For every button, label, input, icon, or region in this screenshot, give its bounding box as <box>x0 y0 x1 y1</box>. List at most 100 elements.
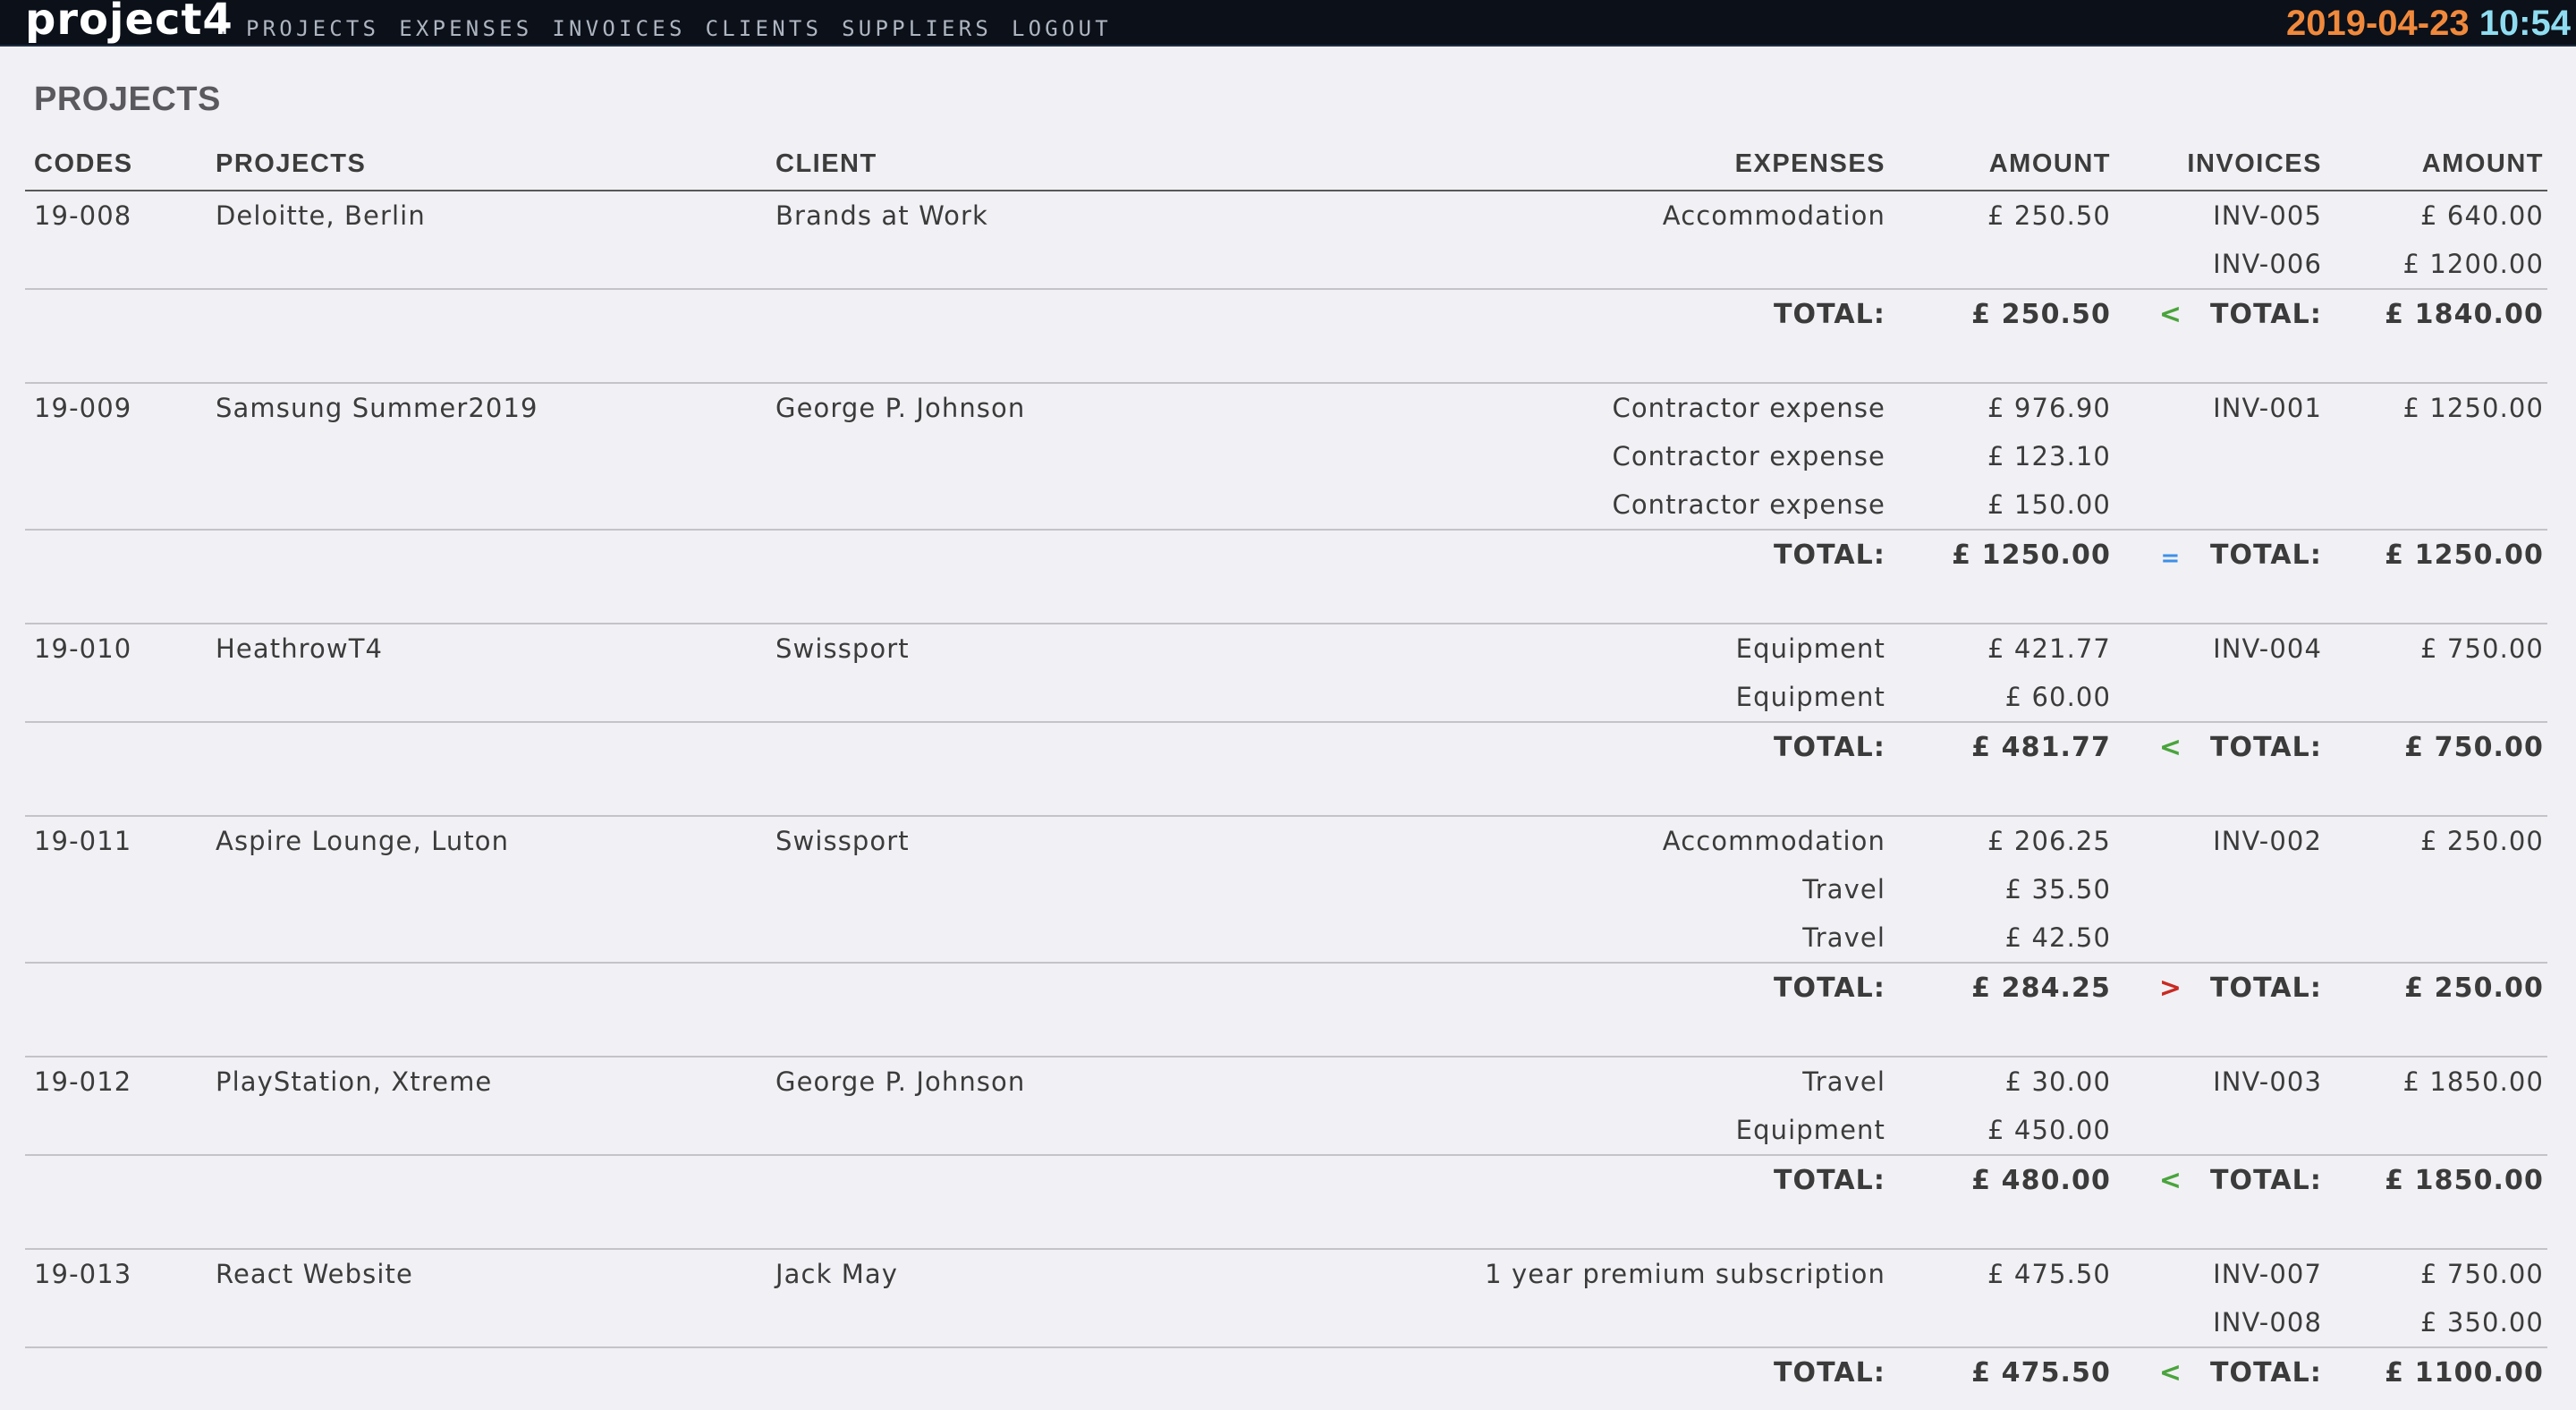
nav-clients[interactable]: CLIENTS <box>706 16 823 41</box>
expense-amount: £ 250.50 <box>1987 200 2111 231</box>
table-row: 19-009 Samsung Summer2019 George P. Johnso… <box>25 384 2547 432</box>
nav-separator: . <box>220 17 226 39</box>
expense-amount: £ 150.00 <box>1987 489 2111 520</box>
expense-description[interactable]: Travel <box>1802 913 1885 962</box>
table-row: 19-008 Deloitte, Berlin Brands at Work Acco… <box>25 191 2547 240</box>
comparison-indicator: = <box>2140 531 2202 582</box>
expense-total-label: TOTAL: <box>1773 973 1885 1004</box>
project-group: 19-009 Samsung Summer2019 George P. Johnso… <box>25 384 2547 624</box>
expense-description[interactable]: Accommodation <box>1663 191 1885 240</box>
total-row: TOTAL: £ 481.77 < TOTAL: £ 750.00 <box>25 721 2547 771</box>
table-row: Travel £ 42.50 <box>25 913 2547 962</box>
project-name[interactable]: Samsung Summer2019 <box>216 384 538 432</box>
table-row: 19-013 React Website Jack May 1 year premiu… <box>25 1250 2547 1298</box>
invoice-total-label: TOTAL: <box>2209 732 2322 763</box>
nav-invoices[interactable]: INVOICES <box>552 16 685 41</box>
table-row: 19-011 Aspire Lounge, Luton Swissport Accom… <box>25 817 2547 865</box>
nav-logout[interactable]: LOGOUT <box>1012 16 1112 41</box>
invoice-total: £ 1250.00 <box>2385 539 2544 571</box>
client-name[interactable]: Swissport <box>775 624 910 673</box>
comparison-indicator: > <box>2140 964 2202 1014</box>
client-name[interactable]: George P. Johnson <box>775 1058 1025 1106</box>
expense-description[interactable]: Equipment <box>1736 1106 1885 1154</box>
invoice-total-label: TOTAL: <box>2209 973 2322 1004</box>
invoice-id[interactable]: INV-004 <box>2213 624 2322 673</box>
expense-description[interactable]: Travel <box>1802 1058 1885 1106</box>
project-name[interactable]: Aspire Lounge, Luton <box>216 817 509 865</box>
expense-total-label: TOTAL: <box>1773 299 1885 330</box>
total-row: TOTAL: £ 1250.00 = TOTAL: £ 1250.00 <box>25 529 2547 579</box>
project-code[interactable]: 19-011 <box>34 817 131 865</box>
header-codes: CODES <box>34 149 133 178</box>
expense-description[interactable]: Contractor expense <box>1612 432 1885 480</box>
invoice-total-label: TOTAL: <box>2209 1165 2322 1196</box>
header-client: CLIENT <box>775 149 877 178</box>
comparison-indicator: < <box>2140 1156 2202 1206</box>
invoice-id[interactable]: INV-003 <box>2213 1058 2322 1106</box>
invoice-id[interactable]: INV-007 <box>2213 1250 2322 1298</box>
total-row: TOTAL: £ 284.25 > TOTAL: £ 250.00 <box>25 962 2547 1012</box>
row-divider <box>25 1012 2547 1058</box>
client-name[interactable]: Brands at Work <box>775 191 988 240</box>
expense-description[interactable]: Contractor expense <box>1612 384 1885 432</box>
expense-total: £ 480.00 <box>1971 1165 2111 1196</box>
project-name[interactable]: React Website <box>216 1250 413 1298</box>
total-row: TOTAL: £ 250.50 < TOTAL: £ 1840.00 <box>25 288 2547 338</box>
invoice-id[interactable]: INV-008 <box>2213 1298 2322 1346</box>
projects-table: CODES PROJECTS CLIENT EXPENSES AMOUNT IN… <box>25 143 2547 1397</box>
table-row: INV-006 £ 1200.00 <box>25 240 2547 288</box>
project-code[interactable]: 19-010 <box>34 624 131 673</box>
invoice-id[interactable]: INV-002 <box>2213 817 2322 865</box>
nav-projects[interactable]: PROJECTS <box>246 16 379 41</box>
app-logo[interactable]: project4 <box>25 0 233 45</box>
header-projects: PROJECTS <box>216 149 367 178</box>
client-name[interactable]: Swissport <box>775 817 910 865</box>
project-group: 19-012 PlayStation, Xtreme George P. Johns… <box>25 1058 2547 1250</box>
project-name[interactable]: Deloitte, Berlin <box>216 191 426 240</box>
nav-suppliers[interactable]: SUPPLIERS <box>842 16 992 41</box>
table-row: INV-008 £ 350.00 <box>25 1298 2547 1346</box>
less-than-icon: < <box>2158 1357 2183 1389</box>
expense-total-label: TOTAL: <box>1773 732 1885 763</box>
expense-amount: £ 976.90 <box>1987 393 2111 423</box>
project-code[interactable]: 19-008 <box>34 191 131 240</box>
expense-description[interactable]: 1 year premium subscription <box>1485 1250 1885 1298</box>
invoice-amount: £ 640.00 <box>2420 200 2544 231</box>
less-than-icon: < <box>2158 1165 2183 1196</box>
expense-description[interactable]: Contractor expense <box>1612 480 1885 529</box>
expense-total: £ 250.50 <box>1971 299 2111 330</box>
invoice-total-label: TOTAL: <box>2209 1357 2322 1389</box>
table-row: Equipment £ 60.00 <box>25 673 2547 721</box>
header-invoices: INVOICES <box>2187 149 2322 178</box>
project-code[interactable]: 19-013 <box>34 1250 131 1298</box>
current-time: 10:54 <box>2479 4 2571 43</box>
expense-amount: £ 421.77 <box>1987 633 2111 664</box>
invoice-id[interactable]: INV-005 <box>2213 191 2322 240</box>
equals-icon: = <box>2160 545 2182 572</box>
project-code[interactable]: 19-012 <box>34 1058 131 1106</box>
expense-amount: £ 206.25 <box>1987 826 2111 856</box>
expense-amount: £ 60.00 <box>2004 682 2111 712</box>
expense-description[interactable]: Accommodation <box>1663 817 1885 865</box>
expense-amount: £ 450.00 <box>1987 1115 2111 1145</box>
invoice-id[interactable]: INV-001 <box>2213 384 2322 432</box>
nav-expenses[interactable]: EXPENSES <box>399 16 532 41</box>
expense-total: £ 475.50 <box>1971 1357 2111 1389</box>
project-code[interactable]: 19-009 <box>34 384 131 432</box>
project-name[interactable]: HeathrowT4 <box>216 624 383 673</box>
expense-description[interactable]: Equipment <box>1736 624 1885 673</box>
client-name[interactable]: Jack May <box>775 1250 898 1298</box>
expense-description[interactable]: Equipment <box>1736 673 1885 721</box>
invoice-amount: £ 350.00 <box>2420 1307 2544 1338</box>
project-group: 19-010 HeathrowT4 Swissport Equipment £ 421.… <box>25 624 2547 817</box>
client-name[interactable]: George P. Johnson <box>775 384 1025 432</box>
expense-description[interactable]: Travel <box>1802 865 1885 913</box>
invoice-amount: £ 750.00 <box>2420 1259 2544 1289</box>
expense-amount: £ 42.50 <box>2004 922 2111 953</box>
page-title: PROJECTS <box>34 81 221 118</box>
invoice-total-label: TOTAL: <box>2209 299 2322 330</box>
project-name[interactable]: PlayStation, Xtreme <box>216 1058 492 1106</box>
invoice-id[interactable]: INV-006 <box>2213 240 2322 288</box>
invoice-amount: £ 250.00 <box>2420 826 2544 856</box>
table-row: Contractor expense £ 123.10 <box>25 432 2547 480</box>
